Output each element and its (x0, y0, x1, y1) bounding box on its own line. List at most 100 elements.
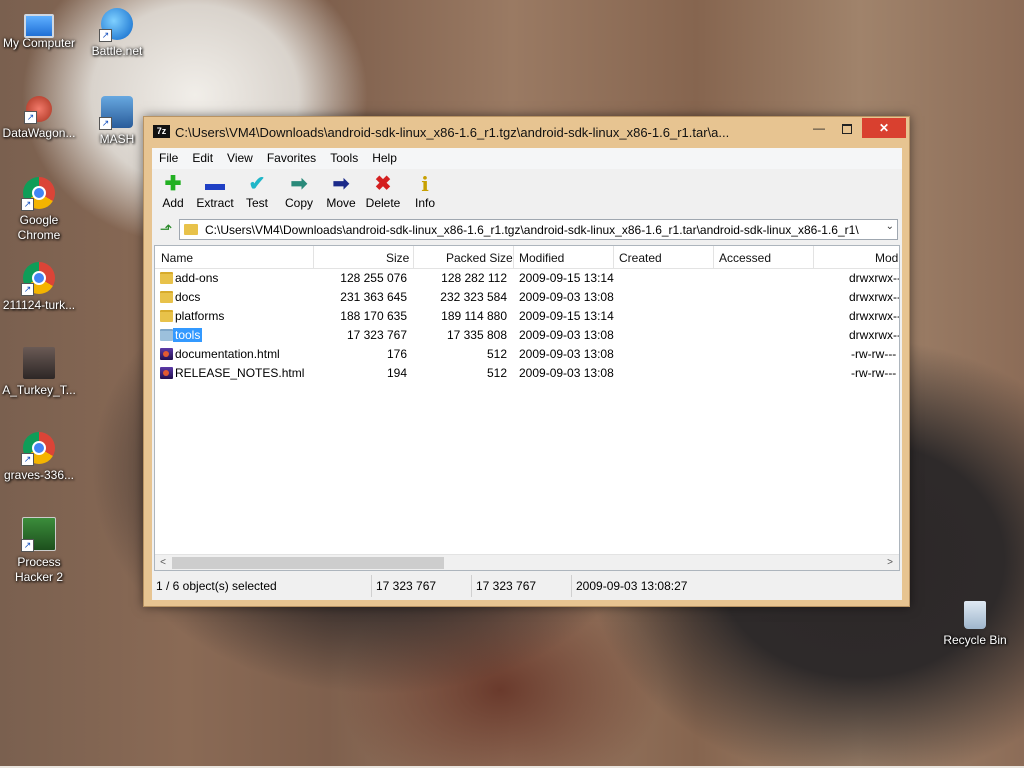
file-mode: drwxrwx-- (849, 309, 900, 323)
info-label: Info (414, 196, 435, 210)
up-folder-button[interactable]: ⬏ (156, 220, 176, 240)
file-size: 17 323 767 (346, 328, 407, 342)
horizontal-scrollbar[interactable]: < > (155, 554, 899, 570)
shortcut-arrow-icon: ↗ (21, 539, 34, 552)
menu-favorites[interactable]: Favorites (260, 148, 323, 169)
recycle-bin-icon (964, 601, 986, 629)
file-list[interactable]: Name Size Packed Size Modified Created A… (154, 245, 900, 571)
chrome-icon: ↗ (21, 262, 55, 296)
desktop-icon-label: Battle.net (91, 44, 143, 58)
scroll-left-button[interactable]: < (155, 555, 171, 570)
column-header-created[interactable]: Created (619, 251, 662, 265)
desktop-icon-my-computer[interactable]: My Computer (1, 8, 77, 51)
file-name: docs (175, 290, 201, 304)
desktop-icon-google-chrome[interactable]: ↗ Google Chrome (1, 177, 77, 243)
add-button[interactable]: ✚ Add (152, 173, 194, 210)
desktop-icon-recycle-bin[interactable]: Recycle Bin (937, 601, 1013, 648)
folder-icon (160, 291, 173, 303)
scroll-right-button[interactable]: > (882, 555, 898, 570)
status-packed-size: 17 323 767 (472, 575, 572, 597)
column-divider[interactable] (613, 246, 614, 268)
desktop-icon-label: Process Hacker 2 (14, 555, 64, 584)
copy-button[interactable]: ➡ Copy (278, 173, 320, 210)
desktop-icon-process-hacker[interactable]: ↗ Process Hacker 2 (1, 517, 77, 585)
folder-icon (160, 310, 173, 322)
menu-edit[interactable]: Edit (185, 148, 220, 169)
folder-icon (160, 329, 173, 341)
info-button[interactable]: i Info (404, 173, 446, 210)
file-row[interactable]: RELEASE_NOTES.html 194 512 2009-09-03 13… (155, 364, 899, 383)
minus-icon: ▬ (205, 173, 225, 195)
file-row[interactable]: documentation.html 176 512 2009-09-03 13… (155, 345, 899, 364)
maximize-icon (842, 123, 852, 134)
move-button[interactable]: ➡ Move (320, 173, 362, 210)
process-hacker-icon: ↗ (21, 517, 56, 552)
extract-button[interactable]: ▬ Extract (194, 173, 236, 210)
desktop-icon-label: MASH (99, 132, 135, 146)
delete-button[interactable]: ✖ Delete (362, 173, 404, 210)
desktop-icon-graves[interactable]: ↗ graves-336... (1, 432, 77, 483)
chrome-icon: ↗ (21, 432, 55, 466)
file-row[interactable]: add-ons 128 255 076 128 282 112 2009-09-… (155, 269, 899, 288)
menu-help[interactable]: Help (365, 148, 404, 169)
column-divider[interactable] (313, 246, 314, 268)
computer-icon (24, 14, 54, 38)
file-packed-size: 512 (486, 347, 507, 361)
status-bar: 1 / 6 object(s) selected 17 323 767 17 3… (152, 575, 902, 600)
column-divider[interactable] (713, 246, 714, 268)
menu-file[interactable]: File (152, 148, 185, 169)
file-packed-size: 128 282 112 (441, 271, 507, 285)
shortcut-arrow-icon: ↗ (21, 198, 34, 211)
app-7zip-icon[interactable]: 7z (153, 125, 170, 138)
file-modified: 2009-09-03 13:08 (519, 366, 614, 380)
column-header-packed-size[interactable]: Packed Size (446, 251, 513, 265)
maximize-button[interactable] (834, 118, 860, 138)
image-icon (23, 347, 55, 379)
chrome-icon: ↗ (21, 177, 55, 211)
shortcut-arrow-icon: ↗ (21, 283, 34, 296)
file-modified: 2009-09-03 13:08 (519, 347, 614, 361)
minimize-button[interactable]: — (806, 118, 832, 138)
scroll-thumb[interactable] (172, 557, 444, 569)
column-divider[interactable] (813, 246, 814, 268)
chevron-down-icon[interactable]: ⌄ (886, 221, 894, 232)
file-row[interactable]: platforms 188 170 635 189 114 880 2009-0… (155, 307, 900, 326)
shortcut-arrow-icon: ↗ (24, 111, 37, 124)
column-divider[interactable] (413, 246, 414, 268)
column-header-accessed[interactable]: Accessed (719, 251, 771, 265)
menu-tools[interactable]: Tools (323, 148, 365, 169)
file-row-selected[interactable]: tools 17 323 767 17 335 808 2009-09-03 1… (155, 326, 899, 345)
desktop-icon-label: My Computer (2, 36, 76, 50)
column-header-modified[interactable]: Modified (519, 251, 564, 265)
desktop-icon-label: Recycle Bin (943, 633, 1007, 647)
file-row[interactable]: docs 231 363 645 232 323 584 2009-09-03 … (155, 288, 899, 307)
desktop-icon-a-turkey[interactable]: A_Turkey_T... (1, 347, 77, 398)
move-arrow-icon: ➡ (332, 173, 350, 195)
column-header-size[interactable]: Size (386, 251, 409, 265)
file-size: 176 (386, 347, 407, 361)
window-client: File Edit View Favorites Tools Help ✚ Ad… (152, 148, 902, 600)
column-header-row: Name Size Packed Size Modified Created A… (155, 246, 899, 269)
column-header-mode[interactable]: Mod (875, 251, 898, 265)
file-size: 188 170 635 (340, 309, 407, 323)
path-input[interactable]: C:\Users\VM4\Downloads\android-sdk-linux… (179, 219, 898, 240)
menu-view[interactable]: View (220, 148, 260, 169)
desktop-icon-datawagon[interactable]: ↗ DataWagon... (1, 96, 77, 141)
close-button[interactable]: ✕ (862, 118, 906, 138)
file-name: documentation.html (175, 347, 280, 361)
file-size: 194 (386, 366, 407, 380)
info-icon: i (421, 172, 429, 196)
path-text: C:\Users\VM4\Downloads\android-sdk-linux… (205, 223, 859, 237)
file-mode: -rw-rw--- (851, 366, 897, 380)
desktop-icon-211124-turk[interactable]: ↗ 211124-turk... (1, 262, 77, 313)
test-button[interactable]: ✔ Test (236, 173, 278, 210)
title-bar[interactable]: 7z C:\Users\VM4\Downloads\android-sdk-li… (144, 117, 909, 147)
column-header-name[interactable]: Name (161, 251, 193, 265)
column-divider[interactable] (513, 246, 514, 268)
copy-arrow-icon: ➡ (290, 173, 308, 195)
file-packed-size: 232 323 584 (440, 290, 507, 304)
desktop-icon-label: graves-336... (3, 468, 75, 482)
desktop-icon-battlenet[interactable]: ↗ Battle.net (79, 8, 155, 59)
move-label: Move (326, 196, 356, 210)
file-name: add-ons (175, 271, 219, 285)
